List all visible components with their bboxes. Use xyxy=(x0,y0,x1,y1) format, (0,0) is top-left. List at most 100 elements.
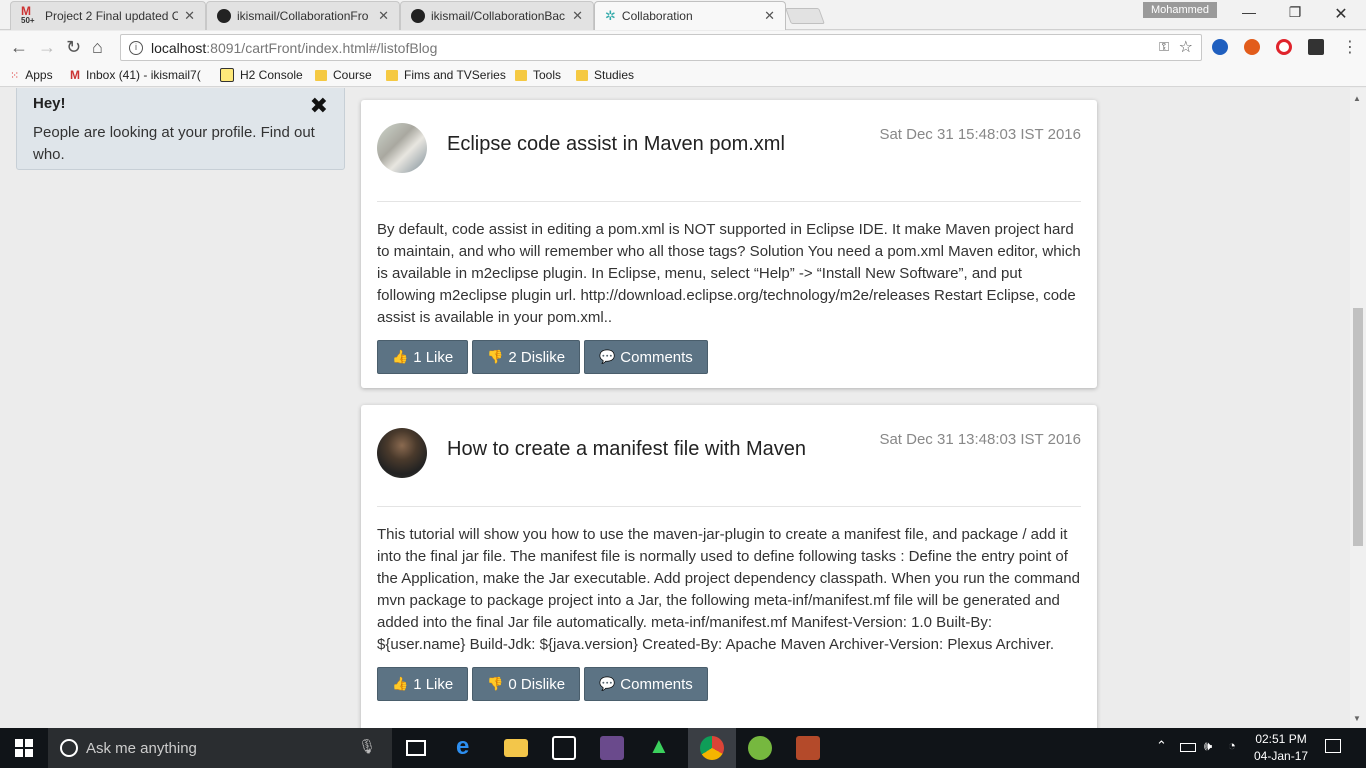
cortana-search[interactable]: Ask me anything 🎙 xyxy=(48,728,392,768)
tab-collaboration[interactable]: ✲ Collaboration ✕ xyxy=(594,1,786,30)
tab-strip: M 50+ Project 2 Final updated C ✕ ikismai… xyxy=(0,0,1366,30)
bookmark-inbox[interactable]: M Inbox (41) - ikismail7( xyxy=(70,68,201,82)
post-date: Sat Dec 31 13:48:03 IST 2016 xyxy=(879,431,1081,448)
dislike-button[interactable]: 👎 2 Dislike xyxy=(472,340,581,374)
tab-github-back[interactable]: ikismail/CollaborationBac ✕ xyxy=(400,1,594,30)
reload-icon[interactable]: ↻ xyxy=(66,37,81,58)
close-tab-icon[interactable]: ✕ xyxy=(184,8,195,24)
bookmarks-bar: ⁙ Apps M Inbox (41) - ikismail7( H2 Cons… xyxy=(0,63,1366,87)
search-placeholder: Ask me anything xyxy=(86,739,197,757)
comments-button[interactable]: 💬 Comments xyxy=(584,667,708,701)
battery-icon[interactable] xyxy=(1180,743,1196,752)
task-view-icon[interactable] xyxy=(406,740,426,756)
home-icon[interactable]: ⌂ xyxy=(92,37,103,58)
game-icon[interactable] xyxy=(796,736,820,760)
blog-card: Eclipse code assist in Maven pom.xml Sat… xyxy=(361,100,1097,388)
new-tab-button[interactable] xyxy=(785,8,825,24)
github-icon xyxy=(411,9,425,23)
post-date: Sat Dec 31 15:48:03 IST 2016 xyxy=(879,126,1081,143)
system-clock[interactable]: 02:51 PM 04-Jan-17 xyxy=(1254,731,1308,765)
clock-date: 04-Jan-17 xyxy=(1254,749,1309,763)
post-actions: 👍 1 Like 👎 2 Dislike 💬 Comments xyxy=(377,340,1081,374)
forward-arrow-icon[interactable]: → xyxy=(38,37,56,58)
like-button[interactable]: 👍 1 Like xyxy=(377,340,469,374)
file-explorer-icon[interactable] xyxy=(504,739,528,757)
tray-chevron-icon[interactable]: ⌃ xyxy=(1156,738,1167,754)
card-header: How to create a manifest file with Maven… xyxy=(377,405,1081,507)
dislike-button[interactable]: 👎 0 Dislike xyxy=(472,667,581,701)
utorrent-icon[interactable] xyxy=(748,736,772,760)
notifications-icon[interactable] xyxy=(1325,739,1341,753)
thumbs-up-icon: 👍 xyxy=(392,676,409,691)
url-host: localhost xyxy=(151,39,207,56)
address-bar[interactable]: i localhost:8091/cartFront/index.html#/l… xyxy=(120,34,1202,61)
post-body: By default, code assist in editing a pom… xyxy=(377,221,1081,326)
comment-icon: 💬 xyxy=(599,349,616,364)
like-button[interactable]: 👍 1 Like xyxy=(377,667,469,701)
gmail-icon: M xyxy=(70,68,80,82)
github-icon xyxy=(217,9,231,23)
restore-icon[interactable]: ❐ xyxy=(1272,4,1318,21)
extension-fire-icon[interactable] xyxy=(1244,39,1260,55)
close-tab-icon[interactable]: ✕ xyxy=(764,8,775,24)
window-close-icon[interactable]: ✕ xyxy=(1318,4,1364,24)
apps-grid-icon: ⁙ xyxy=(10,69,20,82)
opera-icon[interactable] xyxy=(1276,39,1292,55)
close-tab-icon[interactable]: ✕ xyxy=(378,8,389,24)
avatar xyxy=(377,428,427,478)
edge-icon[interactable]: e xyxy=(456,733,480,760)
windows-start-icon[interactable] xyxy=(15,739,33,757)
scroll-up-icon[interactable]: ▲ xyxy=(1353,94,1361,103)
bookmark-h2-console[interactable]: H2 Console xyxy=(220,68,303,82)
bookmark-folder-course[interactable]: Course xyxy=(315,68,372,82)
toolbar: ← → ↻ ⌂ i localhost:8091/cartFront/index… xyxy=(0,31,1366,63)
scroll-down-icon[interactable]: ▼ xyxy=(1353,714,1361,723)
bookmark-star-icon[interactable]: ☆ xyxy=(1179,37,1193,57)
card-header: Eclipse code assist in Maven pom.xml Sat… xyxy=(377,100,1081,202)
post-actions: 👍 1 Like 👎 0 Dislike 💬 Comments xyxy=(377,667,1081,701)
scrollbar-thumb[interactable] xyxy=(1353,308,1363,546)
video-editor-icon[interactable] xyxy=(600,736,624,760)
minimize-icon[interactable]: — xyxy=(1226,4,1272,20)
bookmark-apps[interactable]: ⁙ Apps xyxy=(10,68,53,82)
key-icon[interactable]: ⚿ xyxy=(1159,39,1169,55)
bookmark-folder-studies[interactable]: Studies xyxy=(576,68,634,82)
taskbar: Ask me anything 🎙 e ▲ ⌃ 🕪 ◔ 02:51 PM 04-… xyxy=(0,728,1366,768)
tab-label: ikismail/CollaborationFro xyxy=(237,9,369,23)
folder-icon xyxy=(515,69,527,81)
bookmark-folder-tools[interactable]: Tools xyxy=(515,68,561,82)
app-a-icon[interactable]: ▲ xyxy=(648,733,672,758)
comment-icon: 💬 xyxy=(599,676,616,691)
tab-label: Collaboration xyxy=(621,9,693,23)
slack-icon: ✲ xyxy=(605,8,616,23)
store-icon[interactable] xyxy=(552,736,576,760)
page-content: Hey! People are looking at your profile.… xyxy=(0,88,1350,728)
tab-label: Project 2 Final updated C xyxy=(45,9,179,23)
url-path: :8091/cartFront/index.html#/listofBlog xyxy=(206,39,438,56)
info-icon: i xyxy=(129,40,143,55)
folder-icon xyxy=(315,69,327,81)
post-title[interactable]: How to create a manifest file with Maven xyxy=(447,438,806,461)
extension-dots-icon[interactable] xyxy=(1308,39,1324,55)
comments-button[interactable]: 💬 Comments xyxy=(584,340,708,374)
vertical-scrollbar[interactable]: ▲ ▼ xyxy=(1350,88,1366,728)
close-tab-icon[interactable]: ✕ xyxy=(572,8,583,24)
tab-gmail[interactable]: M 50+ Project 2 Final updated C ✕ xyxy=(10,1,206,30)
bookmark-folder-films[interactable]: Fims and TVSeries xyxy=(386,68,506,82)
notice-title: Hey! xyxy=(33,95,66,112)
wifi-icon[interactable]: ◔ xyxy=(1228,738,1236,753)
thumbs-down-icon: 👎 xyxy=(487,349,504,364)
profile-button[interactable]: Mohammed xyxy=(1143,2,1217,18)
clock-time: 02:51 PM xyxy=(1255,732,1307,746)
post-title[interactable]: Eclipse code assist in Maven pom.xml xyxy=(447,133,785,156)
extension-icon[interactable] xyxy=(1212,39,1228,55)
folder-icon xyxy=(386,69,398,81)
volume-icon[interactable]: 🕪 xyxy=(1204,738,1212,754)
profile-notice: Hey! People are looking at your profile.… xyxy=(16,88,345,170)
menu-icon[interactable]: ⋮ xyxy=(1342,37,1358,57)
microphone-icon[interactable]: 🎙 xyxy=(358,738,376,755)
close-icon[interactable]: ✖ xyxy=(310,93,328,119)
chrome-icon[interactable] xyxy=(700,736,724,760)
back-arrow-icon[interactable]: ← xyxy=(10,37,28,58)
tab-github-front[interactable]: ikismail/CollaborationFro ✕ xyxy=(206,1,400,30)
